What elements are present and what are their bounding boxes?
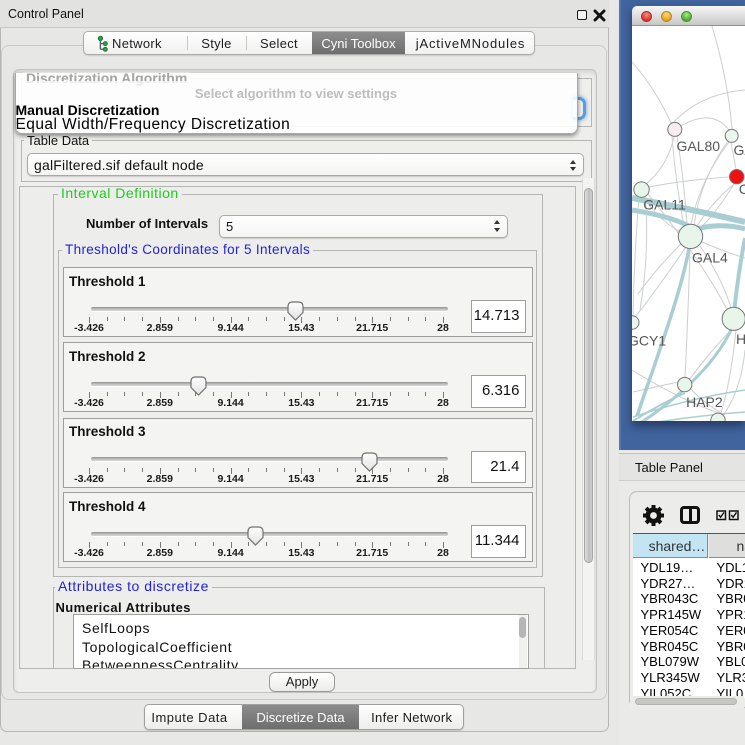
svg-text:HA: HA xyxy=(736,331,745,347)
svg-text:GA: GA xyxy=(734,142,745,158)
svg-text:HAP2: HAP2 xyxy=(686,394,723,410)
svg-text:CY: CY xyxy=(739,181,745,197)
svg-text:GCY1: GCY1 xyxy=(632,332,666,348)
svg-text:GAL4: GAL4 xyxy=(692,250,728,266)
svg-text:GAL11: GAL11 xyxy=(643,197,686,213)
svg-text:GAL80: GAL80 xyxy=(677,138,721,154)
